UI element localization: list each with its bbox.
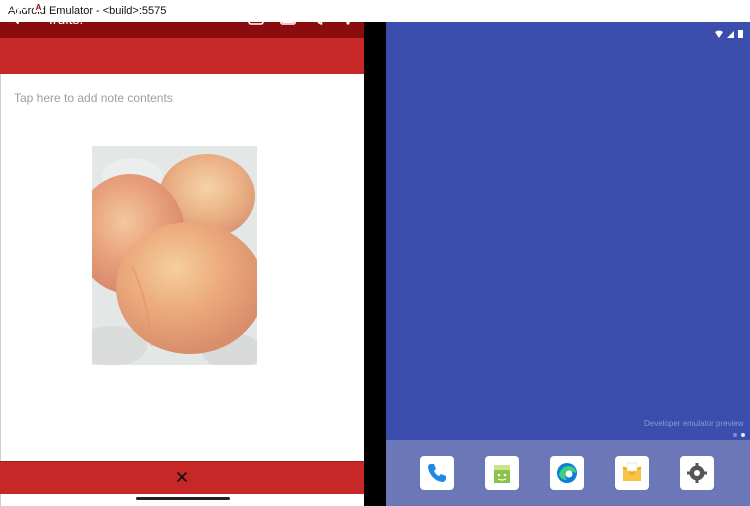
close-icon[interactable]: [175, 470, 189, 484]
peach-photo[interactable]: [92, 146, 257, 365]
screen-hinge: [364, 22, 386, 506]
window-titlebar: Android Emulator - <build>:5575: [0, 0, 750, 23]
page-indicator-dot: [733, 433, 737, 437]
launcher-pane: [386, 22, 750, 506]
image-icon[interactable]: [279, 9, 297, 27]
notification-icon: A: [34, 3, 43, 12]
navigation-handle[interactable]: [136, 497, 230, 500]
mail-icon[interactable]: [615, 456, 649, 490]
text-format-icon[interactable]: [247, 9, 265, 27]
window-title: Android Emulator - <build>:5575: [8, 5, 167, 17]
settings-icon[interactable]: [680, 456, 714, 490]
store-icon[interactable]: [485, 456, 519, 490]
app-bar: [0, 38, 364, 74]
phone-icon[interactable]: [420, 456, 454, 490]
status-icons: [714, 26, 746, 38]
page-indicator-dot-active: [741, 433, 745, 437]
funnel-icon[interactable]: [311, 9, 329, 27]
edge-icon[interactable]: [550, 456, 584, 490]
note-contents-placeholder[interactable]: Tap here to add note contents: [14, 91, 173, 105]
more-vert-icon[interactable]: [339, 9, 357, 27]
developer-preview-watermark: Developer emulator preview: [644, 419, 744, 428]
note-title[interactable]: fruits!: [49, 11, 83, 27]
back-arrow-icon[interactable]: [9, 8, 29, 28]
